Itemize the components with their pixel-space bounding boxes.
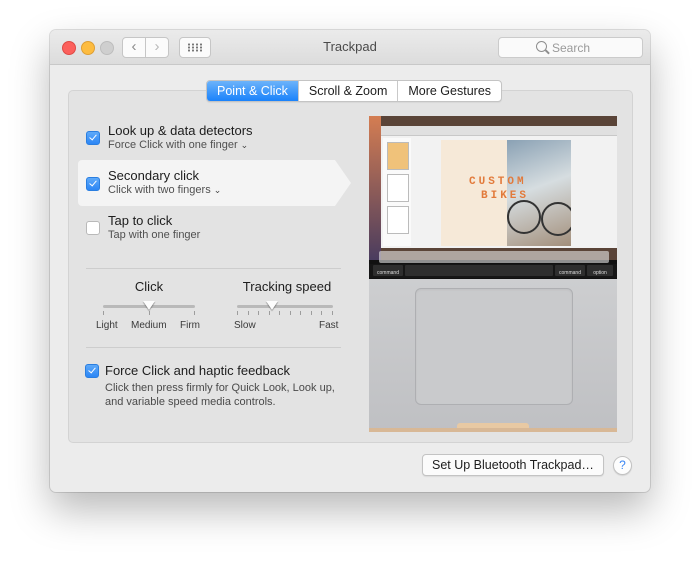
tracking-slow-label: Slow <box>234 320 256 331</box>
secondary-click-checkbox[interactable] <box>86 177 100 191</box>
wheel-icon <box>507 200 541 234</box>
slider-tick <box>268 311 270 315</box>
tab-scroll-zoom[interactable]: Scroll & Zoom <box>297 81 398 101</box>
search-field[interactable]: Search <box>498 37 643 58</box>
lookup-subtitle: Force Click with one finger <box>108 139 238 151</box>
lookup-checkbox[interactable] <box>86 131 100 145</box>
chevron-down-icon: ⌄ <box>213 185 222 195</box>
tab-more-gestures[interactable]: More Gestures <box>397 81 501 101</box>
preview-thumbnails <box>383 138 411 246</box>
slider-tick <box>258 311 259 315</box>
preview-laptop-body <box>369 279 617 432</box>
preview-trackpad <box>415 288 573 405</box>
help-button[interactable]: ? <box>613 456 632 475</box>
key-command-left: command <box>373 265 403 276</box>
slider-tick <box>300 311 301 315</box>
key-option: option <box>587 265 613 276</box>
preview-page-text: CUSTOM <box>469 176 527 188</box>
tab-bar: Point & Click Scroll & Zoom More Gesture… <box>206 80 503 102</box>
click-light-label: Light <box>96 320 118 331</box>
slider-tick <box>331 311 333 315</box>
secondary-click-row[interactable] <box>78 160 335 206</box>
divider <box>86 347 341 348</box>
click-medium-label: Medium <box>131 320 167 331</box>
secondary-click-title: Secondary click <box>108 168 200 183</box>
wheel-icon <box>541 202 571 236</box>
slider-tick <box>289 311 291 315</box>
tracking-slider-thumb[interactable] <box>266 301 278 310</box>
slider-tick <box>194 311 195 315</box>
preview-screen: CUSTOM BIKES <box>369 116 617 263</box>
tracking-slider-track[interactable] <box>237 305 333 308</box>
slider-tick <box>237 311 238 315</box>
selection-arrow <box>335 160 351 206</box>
preview-document-page: CUSTOM BIKES <box>441 140 571 246</box>
search-icon <box>536 41 547 52</box>
key-command-right: command <box>555 265 585 276</box>
gesture-preview-video: CUSTOM BIKES command command option <box>369 116 617 432</box>
click-firm-label: Firm <box>180 320 200 331</box>
tracking-fast-label: Fast <box>319 320 339 331</box>
lookup-dropdown[interactable]: Force Click with one finger ⌄ <box>108 139 248 151</box>
preview-app-window: CUSTOM BIKES <box>381 126 617 248</box>
tap-to-click-checkbox[interactable] <box>86 221 100 235</box>
key-space <box>405 265 553 276</box>
title-bar: ‹ › Trackpad Search <box>50 30 650 65</box>
slider-tick <box>310 311 312 315</box>
preview-page-text-2: BIKES <box>481 190 530 202</box>
slider-tick <box>149 311 150 315</box>
force-click-checkbox[interactable] <box>85 364 99 378</box>
force-click-description-1: Click then press firmly for Quick Look, … <box>105 382 335 394</box>
search-placeholder: Search <box>552 41 591 55</box>
secondary-click-dropdown[interactable]: Click with two fingers ⌄ <box>108 184 221 196</box>
slider-tick <box>279 311 280 315</box>
chevron-down-icon: ⌄ <box>240 140 249 150</box>
tracking-slider-label: Tracking speed <box>242 279 332 294</box>
force-click-title: Force Click and haptic feedback <box>105 363 290 378</box>
divider <box>86 268 341 269</box>
preview-dock <box>379 251 609 263</box>
click-slider-label: Click <box>134 279 164 294</box>
preview-keyboard: command command option <box>369 264 617 278</box>
preferences-window: ‹ › Trackpad Search Point & Click Scroll… <box>50 30 650 492</box>
lookup-title: Look up & data detectors <box>108 123 253 138</box>
slider-tick <box>247 311 249 315</box>
setup-bluetooth-trackpad-button[interactable]: Set Up Bluetooth Trackpad… <box>422 454 604 476</box>
tap-to-click-title: Tap to click <box>108 213 173 228</box>
tab-point-click[interactable]: Point & Click <box>207 81 298 101</box>
force-click-description-2: and variable speed media controls. <box>105 396 276 408</box>
settings-panel: Look up & data detectors Force Click wit… <box>68 90 633 443</box>
click-slider-thumb[interactable] <box>143 301 155 310</box>
secondary-click-subtitle: Click with two fingers <box>108 184 211 196</box>
slider-tick <box>103 311 104 315</box>
tap-to-click-subtitle: Tap with one finger <box>108 229 201 241</box>
slider-tick <box>321 311 322 315</box>
